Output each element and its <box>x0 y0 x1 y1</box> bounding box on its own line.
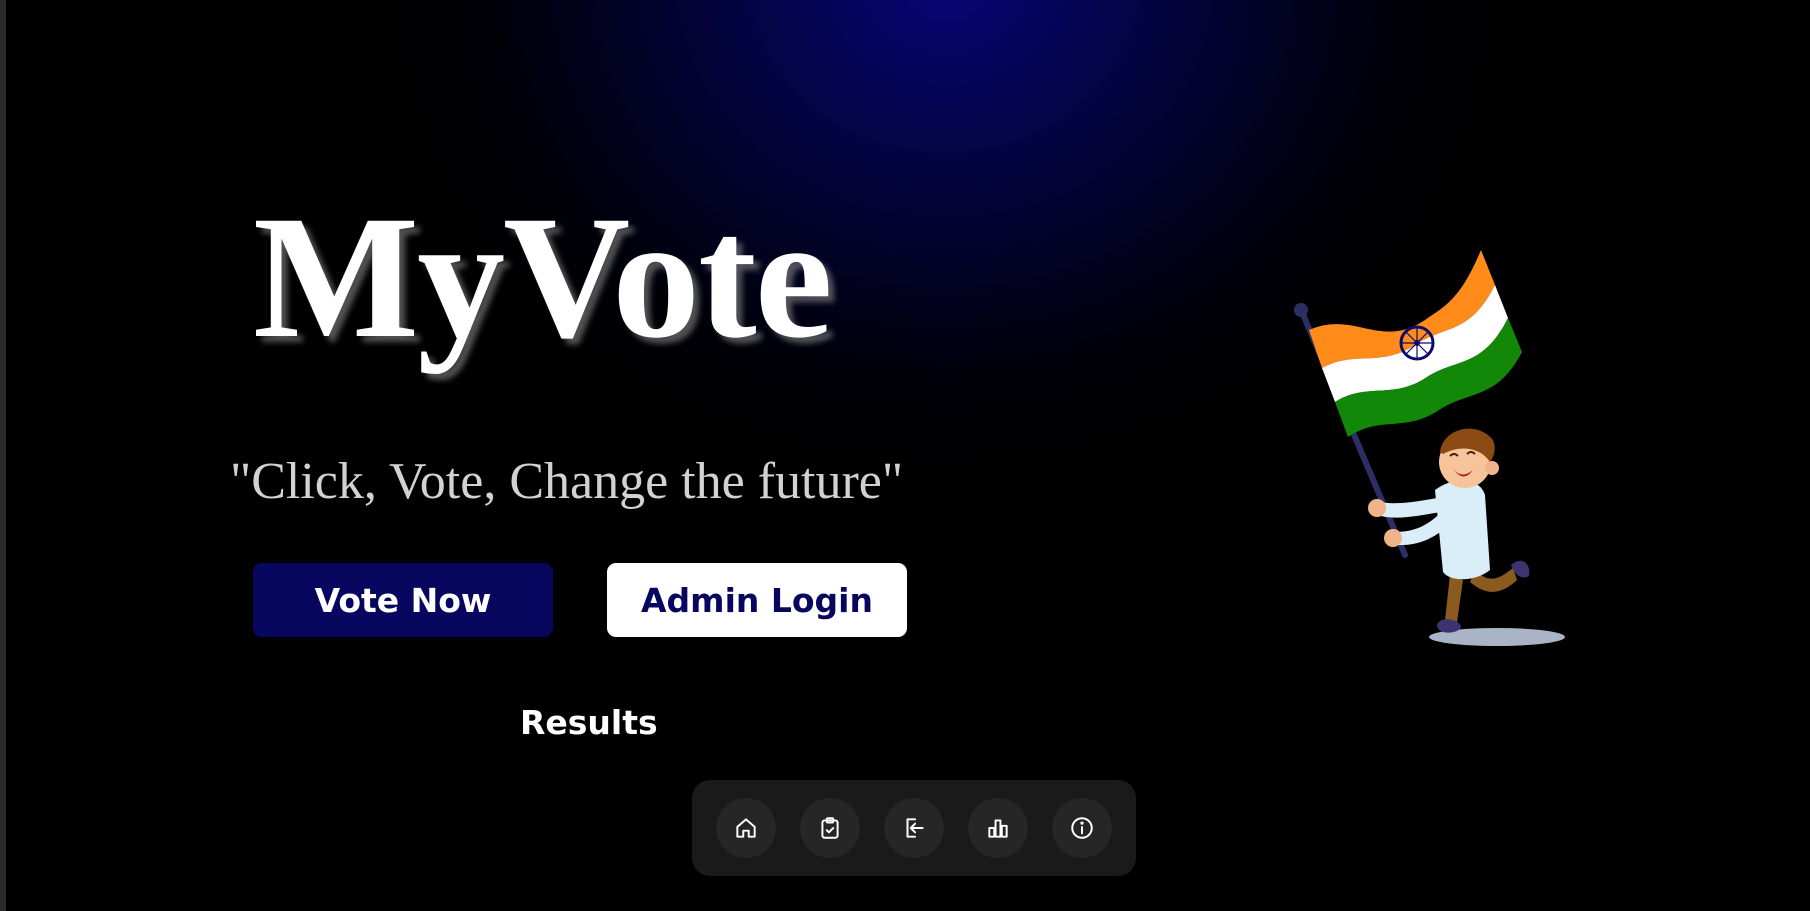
dock-results-button[interactable] <box>968 798 1028 858</box>
window-edge <box>0 0 6 911</box>
flag-icon <box>1309 250 1522 437</box>
home-icon <box>736 818 756 838</box>
clipboard-check-icon <box>821 817 839 839</box>
login-icon <box>906 818 924 838</box>
results-link[interactable]: Results <box>520 703 658 742</box>
admin-login-button[interactable]: Admin Login <box>607 563 907 637</box>
app-title: MyVote <box>253 180 833 375</box>
dock-login-button[interactable] <box>884 798 944 858</box>
bar-chart-icon <box>988 819 1008 838</box>
dock-home-button[interactable] <box>716 798 776 858</box>
bottom-dock <box>692 780 1136 876</box>
dock-info-button[interactable] <box>1052 798 1112 858</box>
vote-now-button[interactable]: Vote Now <box>253 563 553 637</box>
info-icon <box>1071 817 1093 839</box>
tagline: "Click, Vote, Change the future" <box>230 453 904 510</box>
landing-page: MyVote "Click, Vote, Change the future" … <box>0 0 1810 911</box>
dock-vote-button[interactable] <box>800 798 860 858</box>
boy-figure <box>1368 428 1530 633</box>
boy-waving-indian-flag-illustration <box>1294 250 1565 646</box>
